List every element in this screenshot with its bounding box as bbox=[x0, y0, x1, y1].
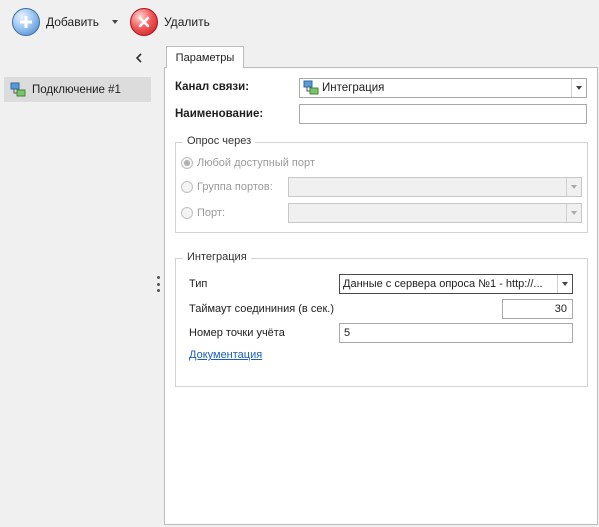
parameters-panel: Канал связи: Интеграция Наименование: Оп… bbox=[164, 67, 598, 525]
add-dropdown-arrow[interactable] bbox=[110, 17, 120, 27]
delete-button[interactable]: Удалить bbox=[130, 8, 210, 36]
radio-port: Порт: bbox=[181, 207, 225, 219]
channel-label: Канал связи: bbox=[175, 81, 250, 93]
type-dropdown-arrow[interactable] bbox=[557, 275, 572, 293]
radio-button bbox=[181, 207, 193, 219]
splitter-handle[interactable] bbox=[157, 276, 160, 292]
port-select bbox=[288, 203, 582, 223]
radio-button bbox=[181, 181, 193, 193]
delete-button-label: Удалить bbox=[164, 15, 210, 29]
name-label: Наименование: bbox=[175, 108, 264, 120]
radio-any-port: Любой доступный порт bbox=[181, 157, 315, 169]
meter-point-label: Номер точки учёта bbox=[189, 327, 285, 339]
radio-port-label: Порт: bbox=[197, 207, 225, 219]
chevron-down-icon bbox=[571, 211, 577, 215]
chevron-left-icon bbox=[135, 53, 142, 63]
sidebar-item-label: Подключение #1 bbox=[32, 83, 121, 96]
name-input[interactable] bbox=[299, 104, 587, 124]
tab-parameters[interactable]: Параметры bbox=[166, 46, 244, 68]
type-select[interactable]: Данные с сервера опроса №1 - http://... bbox=[339, 274, 573, 294]
timeout-input[interactable]: 30 bbox=[502, 299, 573, 319]
radio-port-group-label: Группа портов: bbox=[197, 181, 273, 193]
tab-label: Параметры bbox=[175, 51, 235, 64]
chevron-down-icon bbox=[571, 185, 577, 189]
sidebar-item-connection[interactable]: Подключение #1 bbox=[4, 77, 151, 102]
chevron-down-icon bbox=[112, 20, 118, 24]
type-label: Тип bbox=[189, 278, 208, 290]
port-group-select bbox=[288, 177, 582, 197]
timeout-label: Таймаут соедининия (в сек.) bbox=[189, 303, 334, 315]
add-button[interactable]: Добавить bbox=[12, 8, 99, 36]
type-select-value: Данные с сервера опроса №1 - http://... bbox=[343, 278, 543, 290]
poll-group-title: Опрос через bbox=[183, 135, 256, 147]
meter-point-input[interactable]: 5 bbox=[339, 323, 573, 343]
chevron-down-icon bbox=[562, 282, 568, 286]
integration-group-title: Интеграция bbox=[183, 251, 251, 263]
delete-icon bbox=[130, 8, 158, 36]
add-button-label: Добавить bbox=[46, 15, 100, 29]
channel-select[interactable]: Интеграция bbox=[299, 78, 587, 98]
connection-icon bbox=[10, 82, 26, 98]
radio-port-group: Группа портов: bbox=[181, 181, 273, 193]
documentation-link[interactable]: Документация bbox=[189, 349, 262, 361]
channel-select-value: Интеграция bbox=[322, 82, 385, 94]
radio-button bbox=[181, 157, 193, 169]
connections-panel: Подключение #1 bbox=[0, 44, 163, 527]
integration-icon bbox=[303, 80, 319, 96]
radio-any-port-label: Любой доступный порт bbox=[197, 157, 315, 169]
chevron-down-icon bbox=[576, 86, 582, 90]
collapse-panel-button[interactable] bbox=[131, 50, 147, 66]
channel-dropdown-arrow[interactable] bbox=[571, 79, 586, 97]
add-icon bbox=[12, 8, 40, 36]
